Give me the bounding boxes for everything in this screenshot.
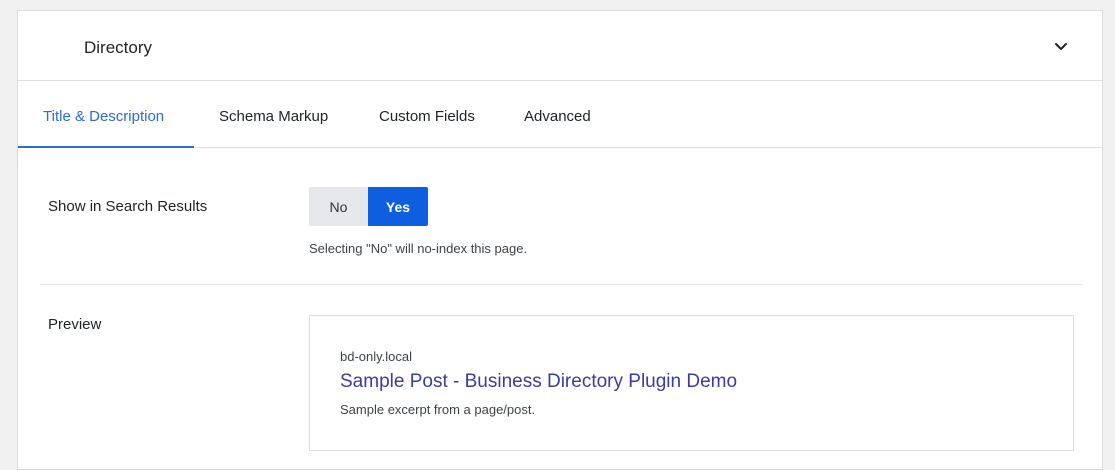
tab-title-description[interactable]: Title & Description: [43, 82, 164, 148]
preview-url: bd-only.local: [340, 349, 413, 364]
tab-schema-markup[interactable]: Schema Markup: [219, 82, 328, 148]
panel-header[interactable]: Directory: [18, 11, 1102, 81]
panel-title: Directory: [84, 38, 153, 57]
search-preview-box: bd-only.local Sample Post - Business Dir…: [309, 315, 1074, 451]
preview-title-link[interactable]: Sample Post - Business Directory Plugin …: [340, 371, 737, 393]
section-divider: [40, 284, 1082, 285]
tab-bar: Title & Description Schema Markup Custom…: [18, 82, 1102, 148]
search-results-help-text: Selecting "No" will no-index this page.: [309, 241, 528, 256]
directory-settings-panel: Directory Title & Description Schema Mar…: [17, 10, 1103, 470]
chevron-down-icon[interactable]: [1053, 38, 1069, 54]
tab-custom-fields[interactable]: Custom Fields: [379, 82, 475, 148]
yes-option-button[interactable]: Yes: [368, 187, 428, 226]
active-tab-indicator: [18, 146, 194, 148]
tab-advanced[interactable]: Advanced: [524, 82, 591, 148]
show-in-search-results-label: Show in Search Results: [48, 198, 208, 215]
search-results-toggle: No Yes: [309, 187, 428, 226]
no-option-button[interactable]: No: [309, 187, 368, 226]
preview-description: Sample excerpt from a page/post.: [340, 402, 536, 417]
preview-label: Preview: [48, 316, 102, 333]
